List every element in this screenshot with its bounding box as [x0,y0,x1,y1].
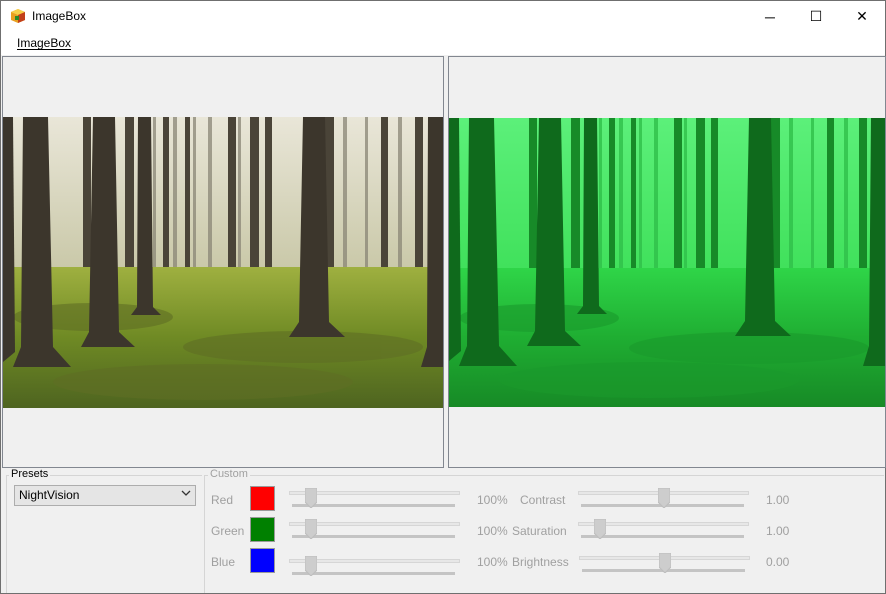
blue-slider-thumb[interactable] [305,556,317,576]
presets-selected-value: NightVision [19,488,80,502]
red-color-swatch[interactable] [250,486,275,511]
red-slider-thumb[interactable] [305,488,317,508]
contrast-slider[interactable] [578,488,749,514]
presets-group-label: Presets [9,468,51,480]
brightness-label: Brightness [512,555,569,569]
green-color-swatch[interactable] [250,517,275,542]
red-value: 100% [477,493,508,507]
blue-color-swatch[interactable] [250,548,275,573]
green-slider-thumb[interactable] [305,519,317,539]
presets-dropdown[interactable]: NightVision [14,485,196,506]
blue-slider[interactable] [289,556,460,582]
brightness-slider[interactable] [579,553,750,579]
maximize-button[interactable]: ☐ [793,1,839,32]
red-label: Red [211,493,234,507]
forest-photo-nightvision-icon [449,118,885,407]
chevron-down-icon [181,488,191,503]
original-image [3,117,443,408]
brightness-value: 0.00 [766,555,790,569]
contrast-slider-thumb[interactable] [658,488,670,508]
menu-imagebox-label: ImageBox [17,36,72,50]
original-image-pane [2,56,444,468]
maximize-icon: ☐ [809,8,823,24]
filtered-image [449,118,885,407]
saturation-slider-thumb[interactable] [594,519,606,539]
minimize-button[interactable]: ─ [747,1,793,32]
controls-panel: Presets NightVision Custom Red 100% Gree… [1,468,885,594]
menu-imagebox[interactable]: ImageBox [11,36,77,50]
brightness-slider-thumb[interactable] [659,553,671,573]
blue-label: Blue [211,555,236,569]
app-window: ImageBox ─ ☐ ✕ ImageBox Presets NightVis… [0,0,886,594]
forest-photo-icon [3,117,443,408]
menu-bar: ImageBox [1,32,885,55]
green-slider[interactable] [289,519,460,545]
title-bar: ImageBox ─ ☐ ✕ [1,1,885,32]
minimize-icon: ─ [765,8,775,25]
saturation-label: Saturation [512,524,567,538]
custom-group-label: Custom [208,468,250,480]
app-icon [11,9,25,23]
green-label: Green [211,524,245,538]
contrast-value: 1.00 [766,493,790,507]
saturation-value: 1.00 [766,524,790,538]
close-icon: ✕ [856,8,868,24]
close-button[interactable]: ✕ [839,1,885,32]
blue-value: 100% [477,555,508,569]
saturation-slider[interactable] [578,519,749,545]
red-slider[interactable] [289,488,460,514]
window-title: ImageBox [32,9,87,23]
contrast-label: Contrast [520,493,566,507]
green-value: 100% [477,524,508,538]
filtered-image-pane [448,56,886,468]
